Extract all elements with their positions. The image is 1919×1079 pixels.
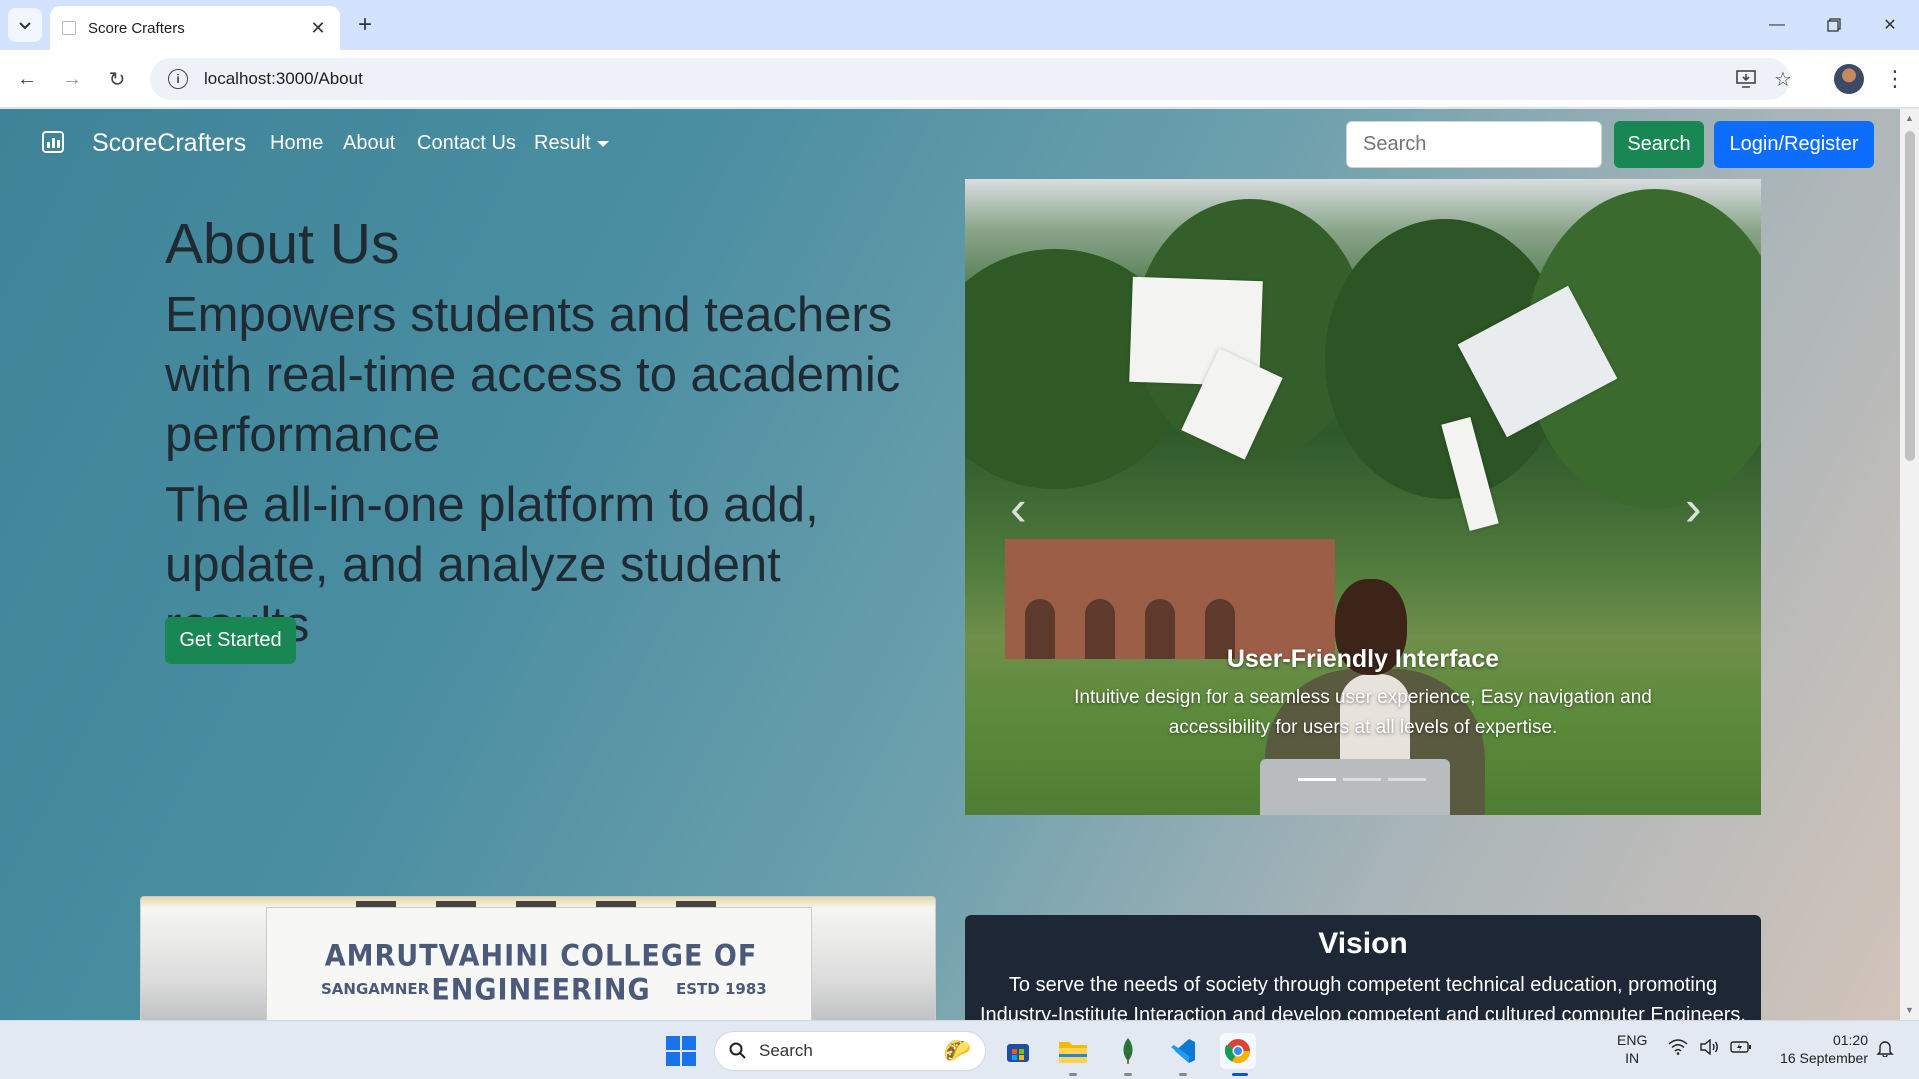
install-app-icon[interactable] (1728, 58, 1764, 100)
lang-top: ENG (1617, 1032, 1648, 1048)
page-scrollbar[interactable]: ▲ ▼ (1900, 109, 1919, 1020)
clock-time: 01:20 (1832, 1032, 1868, 1048)
tab-title: Score Crafters (88, 19, 185, 37)
new-tab-button[interactable]: + (350, 10, 380, 40)
hero-carousel: ‹ › User-Friendly Interface Intuitive de… (965, 179, 1761, 815)
browser-toolbar: ← → ↻ i localhost:3000/About ☆ ⋮ (0, 50, 1919, 108)
carousel-indicator-2[interactable] (1343, 778, 1381, 781)
nav-contact[interactable]: Contact Us (417, 132, 516, 155)
tab-active[interactable]: Score Crafters ✕ (50, 6, 340, 50)
carousel-prev-icon[interactable]: ‹ (1010, 479, 1027, 537)
address-url[interactable]: localhost:3000/About (204, 69, 363, 89)
carousel-caption-text: Intuitive design for a seamless user exp… (1074, 687, 1652, 738)
battery-icon[interactable] (1730, 1039, 1752, 1059)
chevron-down-icon (19, 22, 31, 30)
taskbar-search-label: Search (759, 1041, 813, 1060)
login-register-button[interactable]: Login/Register (1714, 121, 1874, 168)
reload-icon[interactable]: ↻ (100, 62, 134, 96)
windows-start-icon[interactable] (666, 1036, 696, 1066)
window-close-icon[interactable]: ✕ (1870, 8, 1910, 42)
page-title: About Us (165, 212, 400, 276)
minimize-icon[interactable]: — (1757, 8, 1797, 42)
nav-about[interactable]: About (343, 132, 395, 155)
windows-taskbar: Search 🌮 ENG IN 01:20 16 September (0, 1020, 1919, 1079)
college-estd-text: ESTD 1983 (676, 980, 767, 998)
volume-icon[interactable] (1699, 1038, 1719, 1059)
tab-list-button[interactable] (8, 8, 42, 42)
notification-bell-icon[interactable] (1876, 1039, 1894, 1061)
get-started-button[interactable]: Get Started (165, 617, 296, 664)
restore-icon[interactable] (1814, 8, 1854, 42)
clock[interactable]: 01:20 16 September (1770, 1031, 1868, 1067)
bookmark-star-icon[interactable]: ☆ (1765, 58, 1801, 100)
carousel-caption-title: User-Friendly Interface (1226, 645, 1500, 673)
vision-title: Vision (1318, 927, 1408, 960)
nav-result-label: Result (534, 132, 591, 154)
mongodb-icon[interactable] (1110, 1033, 1146, 1069)
search-button[interactable]: Search (1614, 121, 1704, 168)
language-indicator[interactable]: ENG IN (1617, 1031, 1647, 1067)
tab-close-icon[interactable]: ✕ (308, 18, 328, 39)
clock-date: 16 September (1780, 1050, 1868, 1066)
vision-text: To serve the needs of society through co… (979, 974, 1746, 1020)
carousel-next-icon[interactable]: › (1685, 479, 1702, 537)
forward-icon[interactable]: → (55, 62, 89, 96)
wifi-icon[interactable] (1668, 1039, 1688, 1060)
nav-result-dropdown[interactable]: Result (534, 132, 609, 155)
site-info-icon[interactable]: i (168, 69, 188, 89)
file-explorer-icon[interactable] (1055, 1033, 1091, 1069)
profile-avatar[interactable] (1834, 64, 1864, 94)
site-search-input[interactable] (1346, 121, 1602, 168)
browser-tabstrip: Score Crafters ✕ + — ✕ (0, 0, 1919, 50)
taco-icon: 🌮 (943, 1038, 971, 1063)
caret-down-icon (596, 140, 609, 147)
hero-lead-1: Empowers students and teachers with real… (165, 288, 901, 462)
scrollbar-thumb[interactable] (1905, 131, 1915, 461)
chrome-icon[interactable] (1220, 1033, 1256, 1069)
browser-menu-icon[interactable]: ⋮ (1880, 62, 1910, 96)
taskbar-search[interactable]: Search 🌮 (714, 1031, 986, 1071)
site-navbar: ScoreCrafters Home About Contact Us Resu… (0, 109, 1900, 179)
search-icon (729, 1042, 746, 1059)
back-icon[interactable]: ← (10, 62, 44, 96)
college-location-text: SANGAMNER (321, 980, 430, 998)
carousel-indicator-1[interactable] (1298, 778, 1336, 781)
brand-name[interactable]: ScoreCrafters (92, 129, 246, 158)
carousel-indicator-3[interactable] (1388, 778, 1426, 781)
vision-card: Vision To serve the needs of society thr… (965, 915, 1761, 1020)
address-bar[interactable]: i localhost:3000/About ☆ (150, 58, 1792, 100)
scroll-down-icon[interactable]: ▼ (1904, 1005, 1915, 1016)
scroll-up-icon[interactable]: ▲ (1904, 113, 1915, 124)
vscode-icon[interactable] (1165, 1033, 1201, 1069)
store-icon[interactable] (1000, 1033, 1036, 1069)
college-photo: AMRUTVAHINI COLLEGE OF ENGINEERING SANGA… (140, 896, 936, 1020)
chart-logo-icon[interactable] (42, 131, 64, 153)
page-viewport: ScoreCrafters Home About Contact Us Resu… (0, 109, 1900, 1020)
nav-home[interactable]: Home (270, 132, 323, 155)
lang-bottom: IN (1625, 1050, 1640, 1066)
page-favicon-icon (62, 21, 76, 35)
